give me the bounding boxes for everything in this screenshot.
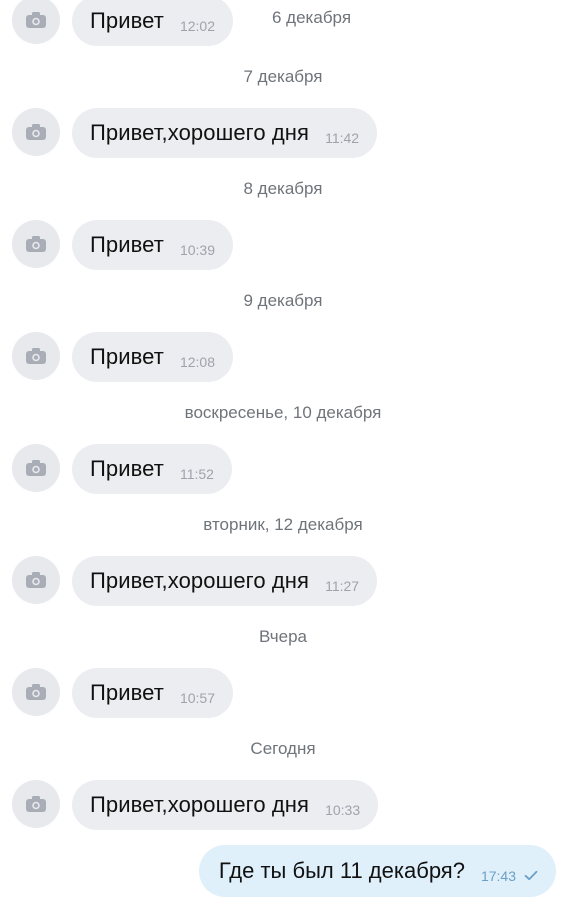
message-time: 10:33 — [325, 802, 361, 818]
message-time: 12:08 — [179, 354, 216, 370]
date-separator: 7 декабря — [243, 67, 323, 86]
date-separator: 6 декабря — [272, 8, 352, 27]
outgoing-message-bubble[interactable]: Где ты был 11 декабря? 17:43 — [198, 845, 556, 897]
message-bubble[interactable]: Привет 10:57 — [72, 668, 234, 718]
message-time: 11:52 — [179, 466, 214, 482]
message-text: Привет — [90, 8, 164, 33]
avatar[interactable] — [12, 556, 60, 604]
date-separator: воскресенье, 10 декабря — [184, 403, 382, 422]
message-bubble[interactable]: Привет 12:08 — [72, 332, 234, 382]
camera-icon — [26, 796, 46, 812]
message-bubble[interactable]: Привет,хорошего дня 10:33 — [72, 780, 379, 830]
camera-icon — [26, 348, 46, 364]
camera-icon — [26, 684, 46, 700]
message-text: Привет — [90, 680, 164, 705]
message-text: Привет — [90, 456, 164, 481]
date-separator: 8 декабря — [243, 179, 323, 198]
message-row: Привет 10:39 — [0, 220, 566, 272]
chat-history: Привет 12:02 6 декабря 7 декабря Привет,… — [0, 0, 566, 900]
message-time: 10:39 — [179, 242, 216, 258]
message-text: Привет,хорошего дня — [90, 120, 310, 145]
message-bubble[interactable]: Привет,хорошего дня 11:42 — [72, 108, 378, 158]
outgoing-message-text: Где ты был 11 декабря? — [218, 858, 465, 883]
camera-icon — [26, 572, 46, 588]
message-bubble[interactable]: Привет 11:52 — [72, 444, 232, 494]
outgoing-message-time: 17:43 — [480, 868, 516, 884]
message-row: Привет 12:08 — [0, 332, 566, 384]
date-separator: Сегодня — [250, 739, 316, 758]
message-text: Привет — [90, 344, 164, 369]
message-row: Привет,хорошего дня 10:33 — [0, 780, 566, 832]
avatar[interactable] — [12, 108, 60, 156]
camera-icon — [26, 124, 46, 140]
message-row: Привет 11:52 — [0, 444, 566, 496]
camera-icon — [26, 460, 46, 476]
message-time: 10:57 — [179, 690, 216, 706]
message-bubble[interactable]: Привет 10:39 — [72, 220, 234, 270]
message-bubble[interactable]: Привет,хорошего дня 11:27 — [72, 556, 378, 606]
message-bubble[interactable]: Привет 12:02 — [72, 0, 234, 46]
message-time: 11:42 — [325, 130, 360, 146]
date-separator: 9 декабря — [243, 291, 323, 310]
date-separator: Вчера — [259, 627, 307, 646]
avatar[interactable] — [12, 780, 60, 828]
message-row: Привет,хорошего дня 11:27 — [0, 556, 566, 608]
avatar[interactable] — [12, 0, 60, 44]
checkmark-icon — [524, 870, 538, 881]
avatar[interactable] — [12, 444, 60, 492]
camera-icon — [26, 12, 46, 28]
message-time: 11:27 — [325, 578, 360, 594]
avatar[interactable] — [12, 332, 60, 380]
message-row: Привет,хорошего дня 11:42 — [0, 108, 566, 160]
message-text: Привет,хорошего дня — [90, 568, 310, 593]
avatar[interactable] — [12, 220, 60, 268]
date-separator: вторник, 12 декабря — [203, 515, 363, 534]
message-text: Привет — [90, 232, 164, 257]
message-text: Привет,хорошего дня — [90, 792, 310, 817]
avatar[interactable] — [12, 668, 60, 716]
message-time: 12:02 — [179, 18, 216, 34]
message-row: Привет 10:57 — [0, 668, 566, 720]
camera-icon — [26, 236, 46, 252]
